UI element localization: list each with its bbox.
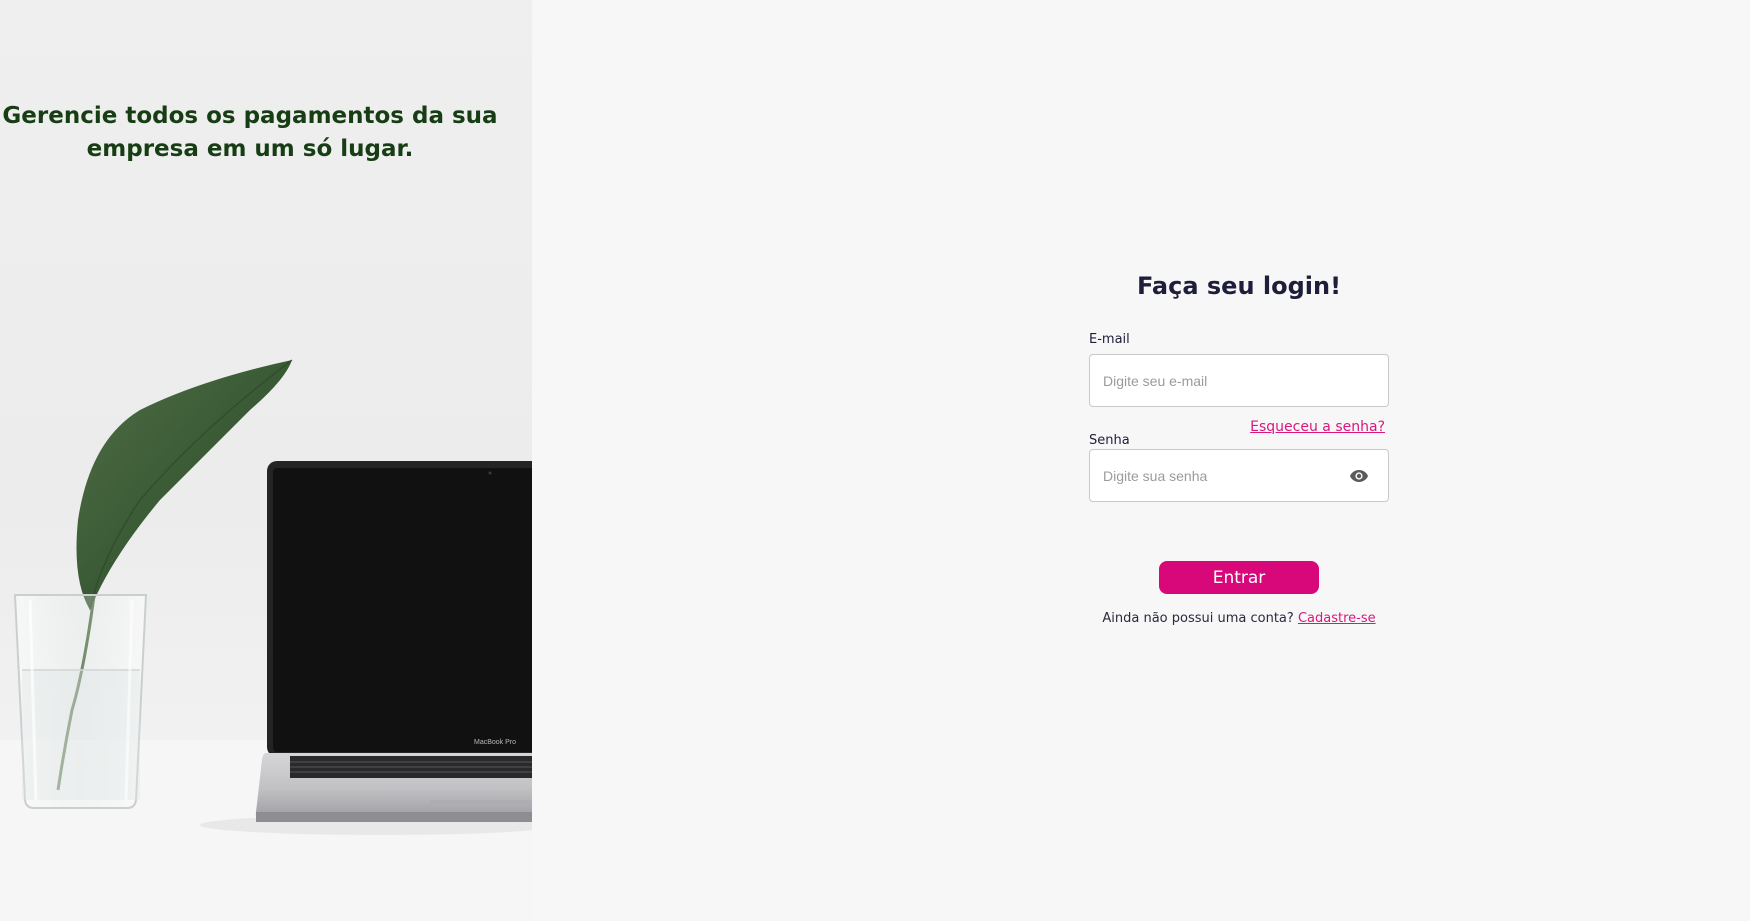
signup-link[interactable]: Cadastre-se <box>1298 611 1376 626</box>
hero-headline: Gerencie todos os pagamentos da sua empr… <box>2 103 498 162</box>
laptop-illustration: MacBook Pro <box>255 461 532 822</box>
login-form: Faça seu login! E-mail Senha Esqueceu a … <box>1089 266 1389 626</box>
login-title: Faça seu login! <box>1136 272 1342 300</box>
hero-panel: MacBook Pro Gerencie todos os pagamentos… <box>0 0 532 921</box>
email-label: E-mail <box>1089 332 1130 347</box>
login-submit-button[interactable]: Entrar <box>1159 561 1319 594</box>
signup-prompt: Ainda não possui uma conta? Cadastre-se <box>1089 611 1389 626</box>
email-field-wrapper <box>1089 354 1389 407</box>
password-label: Senha <box>1089 433 1130 448</box>
email-input[interactable] <box>1090 355 1388 406</box>
password-label-row: Senha Esqueceu a senha? <box>1089 419 1389 448</box>
no-account-text: Ainda não possui uma conta? <box>1102 611 1294 626</box>
password-input[interactable] <box>1090 450 1388 501</box>
forgot-password-link[interactable]: Esqueceu a senha? <box>1250 419 1385 435</box>
laptop-brand-label: MacBook Pro <box>474 739 516 746</box>
password-field-wrapper <box>1089 449 1389 502</box>
eye-icon[interactable] <box>1348 465 1370 487</box>
